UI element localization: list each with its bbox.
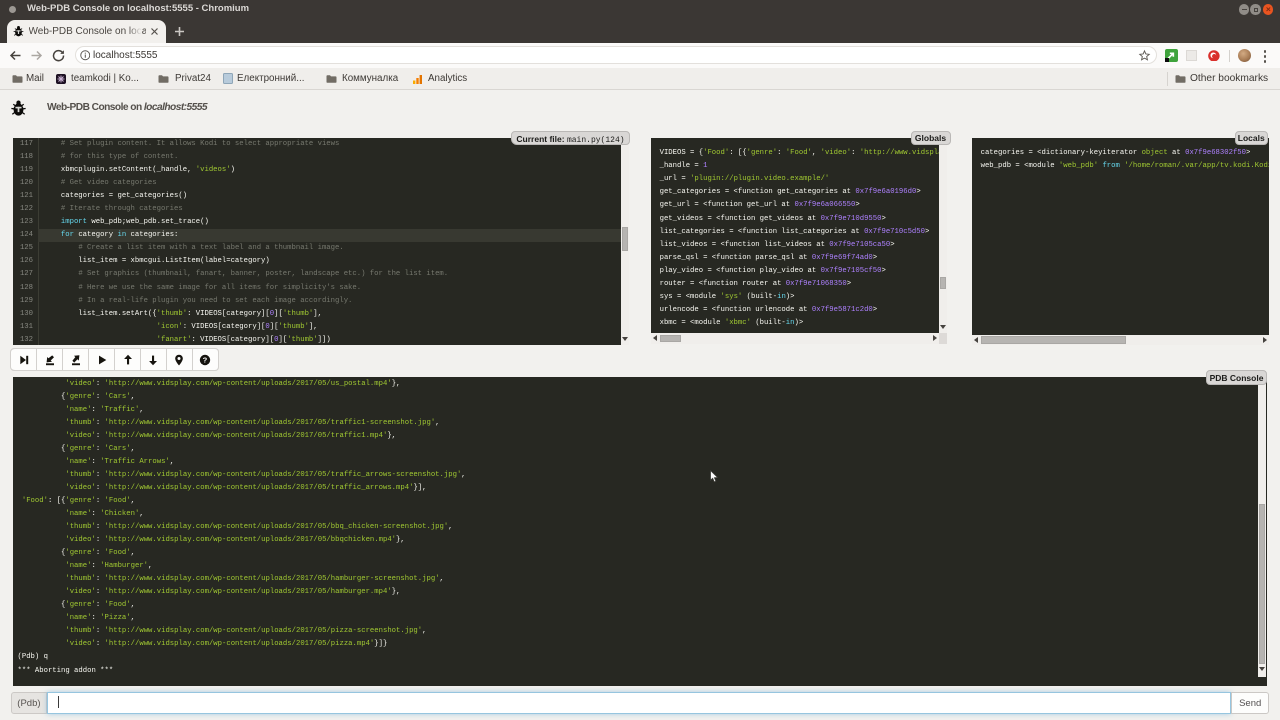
- svg-text:?: ?: [203, 355, 208, 364]
